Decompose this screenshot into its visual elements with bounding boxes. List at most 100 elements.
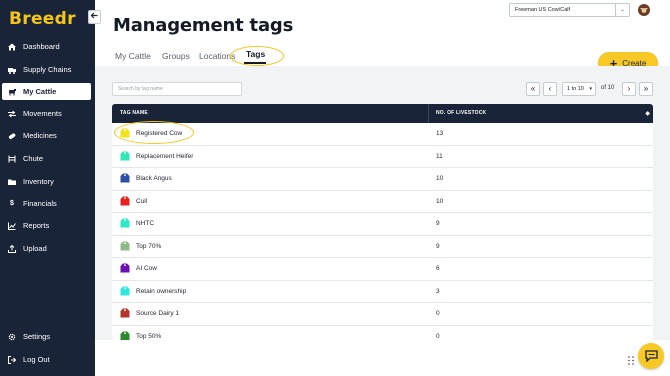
chat-icon xyxy=(644,350,658,362)
column-divider xyxy=(428,104,429,123)
sidebar-item-label: Dashboard xyxy=(23,42,60,51)
next-page-button[interactable]: › xyxy=(622,82,636,96)
sidebar-item-dashboard[interactable]: Dashboard xyxy=(0,38,95,55)
logout-icon xyxy=(8,355,16,364)
cow-icon xyxy=(8,88,16,96)
arrow-left-icon xyxy=(90,12,98,19)
tab-my-cattle[interactable]: My Cattle xyxy=(115,51,151,61)
last-page-button[interactable]: » xyxy=(639,82,653,96)
sidebar-item-label: My Cattle xyxy=(23,87,57,96)
table-row[interactable]: Cull 10 xyxy=(112,191,653,213)
tag-name: Replacement Heifer xyxy=(136,152,194,160)
livestock-count: 0 xyxy=(436,332,440,340)
ear-tag-icon xyxy=(120,173,130,183)
livestock-count: 6 xyxy=(436,265,440,272)
tag-name: Top 50% xyxy=(136,332,162,340)
sidebar-item-label: Settings xyxy=(23,332,51,341)
table-row[interactable]: Black Angus 10 xyxy=(112,168,653,191)
tag-name: AI Cow xyxy=(136,265,157,272)
sidebar-item-label: Reports xyxy=(23,221,50,230)
search-placeholder: Search by tag name xyxy=(118,86,163,92)
dollar-icon: $ xyxy=(10,200,14,207)
chat-button[interactable] xyxy=(638,343,664,369)
sidebar-item-label: Log Out xyxy=(23,355,50,364)
tag-name: Source Dairy 1 xyxy=(136,310,179,317)
sidebar-item-settings[interactable]: Settings xyxy=(0,328,95,345)
app-logo[interactable]: Breedr xyxy=(9,9,76,29)
sidebar-item-label: Supply Chains xyxy=(23,65,72,74)
upload-icon xyxy=(8,244,16,253)
tags-table: TAG NAME NO. OF LIVESTOCK ◆ Registered C… xyxy=(112,104,653,340)
table-row[interactable]: Top 70% 9 xyxy=(112,236,653,258)
farm-select-value: Freeman US Cow/Calf xyxy=(515,7,571,13)
sort-icon[interactable]: ◆ xyxy=(645,110,650,117)
first-page-button[interactable]: « xyxy=(526,82,540,96)
tag-name: Top 70% xyxy=(136,242,162,250)
table-row[interactable]: NHTC 9 xyxy=(112,213,653,236)
livestock-count: 11 xyxy=(436,152,443,160)
livestock-count: 13 xyxy=(436,130,444,137)
sidebar-item-label: Upload xyxy=(23,244,47,253)
tag-name: NHTC xyxy=(136,220,155,227)
registered-cow-highlight xyxy=(114,121,194,144)
column-header-tag-name[interactable]: TAG NAME xyxy=(120,110,148,116)
caret-down-icon: ▾ xyxy=(589,86,592,92)
sidebar-item-chute[interactable]: Chute xyxy=(0,150,95,167)
tag-name: Retain ownership xyxy=(136,287,187,295)
tag-name: Cull xyxy=(136,197,148,205)
page-count: of 10 xyxy=(601,85,615,91)
sidebar-item-reports[interactable]: Reports xyxy=(0,217,95,234)
page-title: Management tags xyxy=(113,15,294,36)
search-input[interactable]: Search by tag name xyxy=(112,82,242,96)
livestock-count: 10 xyxy=(436,197,444,205)
chevron-down-icon: ⌄ xyxy=(615,4,629,16)
sidebar-item-label: Financials xyxy=(23,199,57,208)
home-icon xyxy=(8,43,16,51)
truck-icon xyxy=(8,66,16,74)
apps-grid-icon[interactable] xyxy=(628,352,634,365)
tab-groups[interactable]: Groups xyxy=(162,51,190,61)
pill-icon xyxy=(8,132,16,140)
sidebar-item-inventory[interactable]: Inventory xyxy=(0,173,95,190)
sidebar-item-logout[interactable]: Log Out xyxy=(0,351,95,368)
ear-tag-icon xyxy=(120,218,130,228)
table-row[interactable]: Source Dairy 1 0 xyxy=(112,303,653,326)
sidebar-item-label: Medicines xyxy=(23,131,57,140)
gear-icon xyxy=(8,333,16,341)
prev-page-button[interactable]: ‹ xyxy=(543,82,557,96)
page-range-value: 1 to 10 xyxy=(567,86,584,92)
ear-tag-icon xyxy=(120,151,130,160)
table-row[interactable]: Replacement Heifer 11 xyxy=(112,146,653,168)
table-row[interactable]: Top 50% 0 xyxy=(112,326,653,340)
chute-icon xyxy=(8,155,16,163)
chart-icon xyxy=(8,222,16,230)
page-range-select[interactable]: 1 to 10 ▾ xyxy=(562,82,596,96)
table-row[interactable]: Retain ownership 3 xyxy=(112,281,653,303)
avatar[interactable] xyxy=(638,4,650,16)
collapse-sidebar-button[interactable] xyxy=(88,10,101,24)
sidebar-item-upload[interactable]: Upload xyxy=(0,240,95,257)
tag-name: Black Angus xyxy=(136,175,172,182)
cow-avatar-icon xyxy=(640,8,648,13)
folder-icon xyxy=(8,178,16,186)
sidebar-item-movements[interactable]: Movements xyxy=(0,105,95,122)
table-row[interactable]: AI Cow 6 xyxy=(112,258,653,281)
sidebar-item-financials[interactable]: $ Financials xyxy=(0,195,95,212)
sidebar-item-supply-chains[interactable]: Supply Chains xyxy=(0,61,95,78)
ear-tag-icon xyxy=(120,308,130,318)
tags-tab-highlight xyxy=(230,46,284,66)
livestock-count: 9 xyxy=(436,242,440,250)
column-header-livestock[interactable]: NO. OF LIVESTOCK xyxy=(436,110,486,116)
ear-tag-icon xyxy=(120,241,130,250)
sidebar-item-medicines[interactable]: Medicines xyxy=(0,127,95,144)
sidebar-item-label: Inventory xyxy=(23,177,54,186)
ear-tag-icon xyxy=(120,286,130,295)
livestock-count: 10 xyxy=(436,175,444,182)
sidebar-item-label: Movements xyxy=(23,109,62,118)
farm-select[interactable]: Freeman US Cow/Calf ⌄ xyxy=(509,3,630,17)
table-header: TAG NAME NO. OF LIVESTOCK ◆ xyxy=(112,104,653,123)
livestock-count: 9 xyxy=(436,220,440,227)
sidebar-item-my-cattle[interactable]: My Cattle xyxy=(2,83,91,100)
arrows-icon xyxy=(8,110,16,118)
ear-tag-icon xyxy=(120,196,130,205)
